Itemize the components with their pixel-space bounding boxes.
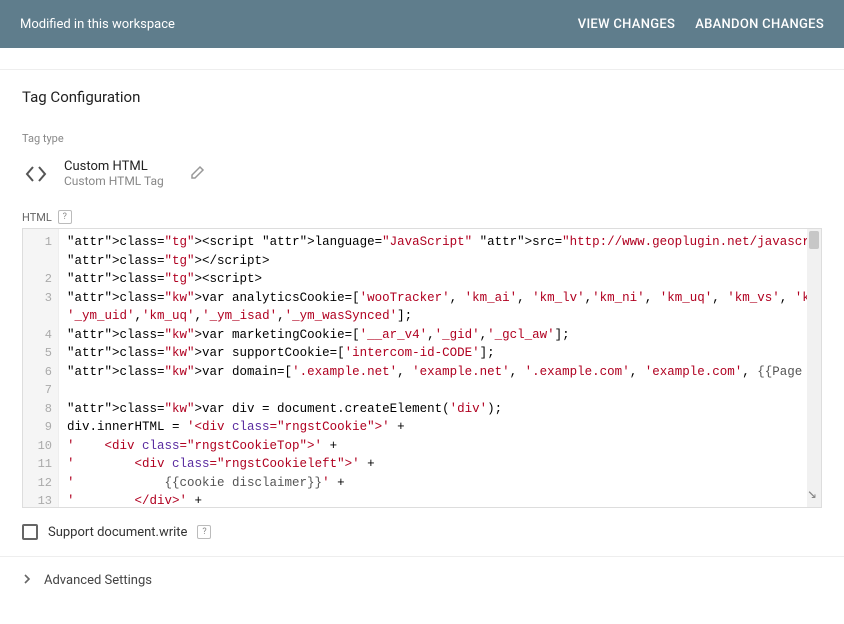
support-docwrite-checkbox[interactable] — [22, 524, 38, 540]
workspace-topbar: Modified in this workspace VIEW CHANGES … — [0, 0, 844, 48]
tag-type-texts: Custom HTML Custom HTML Tag — [64, 159, 164, 188]
code-body[interactable]: "attr">class="tg"><script "attr">languag… — [59, 229, 821, 507]
tag-type-label: Tag type — [22, 132, 822, 145]
tag-type-section: Tag type Custom HTML Custom HTML Tag — [0, 122, 844, 210]
tag-type-name: Custom HTML — [64, 159, 164, 174]
advanced-settings-label: Advanced Settings — [44, 573, 152, 588]
html-help-icon[interactable]: ? — [58, 210, 72, 224]
html-field-label: HTML — [22, 211, 52, 224]
workspace-status: Modified in this workspace — [20, 17, 578, 32]
advanced-settings-toggle[interactable]: Advanced Settings — [0, 556, 844, 604]
tag-type-subtitle: Custom HTML Tag — [64, 174, 164, 188]
support-docwrite-row: Support document.write ? — [0, 508, 844, 556]
view-changes-button[interactable]: VIEW CHANGES — [578, 17, 675, 32]
section-title: Tag Configuration — [0, 70, 844, 122]
docwrite-help-icon[interactable]: ? — [197, 525, 211, 539]
content-spacer — [0, 48, 844, 70]
tag-type-row[interactable]: Custom HTML Custom HTML Tag — [22, 155, 822, 210]
edit-tag-type-icon[interactable] — [190, 164, 206, 184]
topbar-actions: VIEW CHANGES ABANDON CHANGES — [578, 17, 824, 32]
editor-resize-handle[interactable]: ↘ — [807, 483, 817, 503]
html-code-editor[interactable]: 1 23 456789101112131415 "attr">class="tg… — [22, 228, 822, 508]
editor-scrollbar-thumb[interactable] — [809, 231, 819, 249]
editor-scrollbar[interactable] — [807, 229, 821, 507]
abandon-changes-button[interactable]: ABANDON CHANGES — [695, 17, 824, 32]
custom-html-icon — [22, 160, 50, 188]
chevron-right-icon — [22, 573, 32, 588]
support-docwrite-label: Support document.write — [48, 525, 187, 540]
code-gutter: 1 23 456789101112131415 — [23, 229, 59, 507]
html-field-label-row: HTML ? — [0, 210, 844, 228]
